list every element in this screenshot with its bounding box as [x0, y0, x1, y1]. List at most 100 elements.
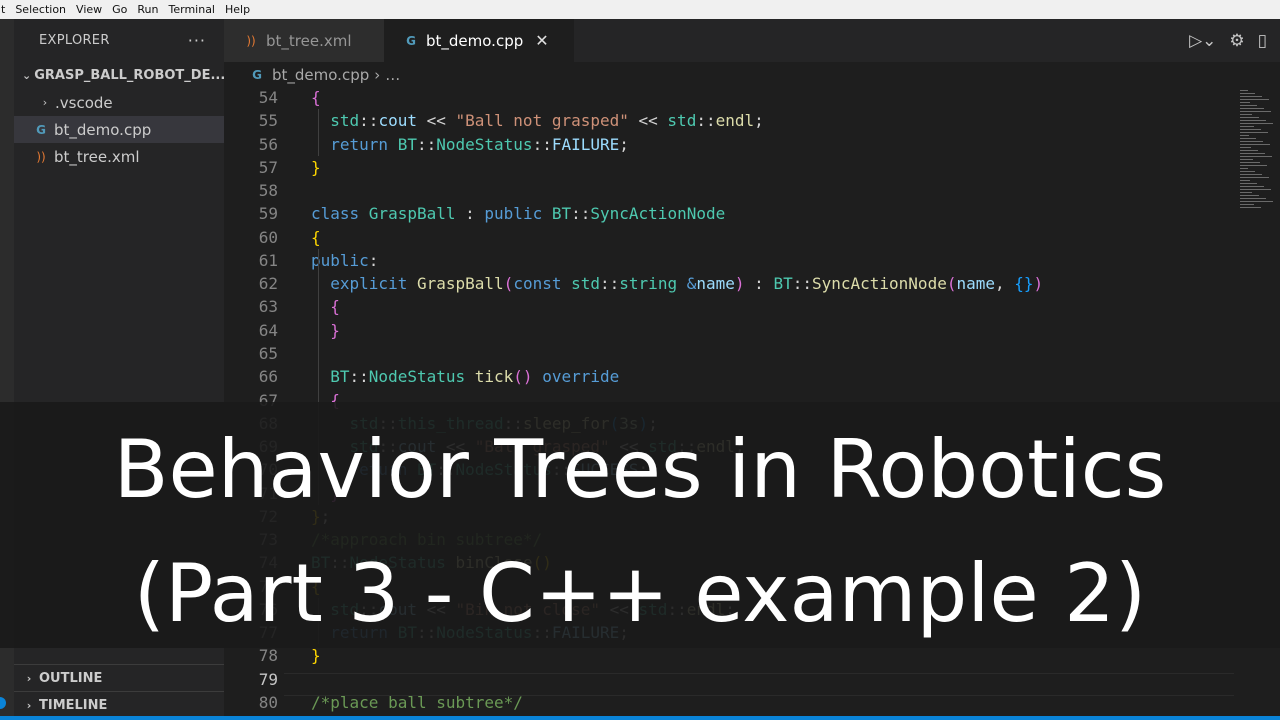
- breadcrumb-more[interactable]: …: [385, 66, 400, 84]
- code-token: public: [484, 204, 552, 224]
- line-number: 60: [258, 227, 278, 247]
- explorer-header: EXPLORER ···: [14, 19, 224, 62]
- code-token: cout: [378, 111, 417, 131]
- code-line: BT::NodeStatus tick() override: [311, 365, 619, 388]
- code-token: name: [696, 274, 735, 294]
- minimap-line: [1240, 189, 1271, 190]
- minimap-line: [1240, 198, 1266, 199]
- menu-item-help[interactable]: Help: [220, 3, 255, 16]
- menu-item-selection[interactable]: Selection: [10, 3, 71, 16]
- menu-item-go[interactable]: Go: [107, 3, 132, 16]
- minimap-line: [1240, 117, 1259, 118]
- code-token: /*place ball subtree*/: [311, 693, 523, 713]
- tree-item-bt-tree-xml[interactable]: )) bt_tree.xml: [14, 143, 224, 170]
- breadcrumb-separator: ›: [374, 66, 381, 84]
- code-token: "Ball not grasped": [455, 111, 629, 131]
- tree-item-label: .vscode: [55, 93, 113, 112]
- code-token: ::: [571, 204, 591, 224]
- minimap-line: [1240, 135, 1249, 136]
- menu-item-run[interactable]: Run: [132, 3, 163, 16]
- code-token: SyncActionNode: [811, 274, 947, 294]
- line-number: 56: [258, 134, 278, 154]
- code-token: ::: [792, 274, 812, 294]
- minimap-line: [1240, 90, 1248, 91]
- breadcrumb-file[interactable]: bt_demo.cpp: [272, 66, 369, 84]
- code-token: :: [744, 274, 774, 294]
- minimap-line: [1240, 114, 1252, 115]
- code-token: override: [532, 367, 620, 387]
- tree-item-vscode[interactable]: › .vscode: [14, 89, 224, 116]
- code-token: BT: [773, 274, 793, 294]
- title-overlay: Behavior Trees in Robotics (Part 3 - C++…: [0, 402, 1280, 648]
- code-token: {: [311, 297, 340, 317]
- workspace-folder[interactable]: ⌄ GRASP_BALL_ROBOT_DE...: [14, 62, 226, 89]
- code-line: }: [311, 156, 321, 179]
- code-token: &: [686, 274, 697, 294]
- more-actions-icon[interactable]: ···: [188, 31, 206, 50]
- menu-item-terminal[interactable]: Terminal: [164, 3, 221, 16]
- tab-label: bt_tree.xml: [266, 31, 352, 50]
- chevron-right-icon: ›: [42, 96, 48, 109]
- minimap-line: [1240, 156, 1272, 157]
- menu-bar: t Selection View Go Run Terminal Help: [0, 0, 1280, 19]
- chevron-right-icon: ›: [26, 698, 32, 712]
- run-debug-icon[interactable]: ▷⌄: [1189, 31, 1216, 51]
- chevron-right-icon: ›: [26, 671, 32, 685]
- account-badge-icon[interactable]: [0, 697, 6, 709]
- menu-item-view[interactable]: View: [71, 3, 107, 16]
- minimap-line: [1240, 96, 1262, 97]
- tab-bt-demo-cpp[interactable]: G bt_demo.cpp ✕: [384, 19, 574, 62]
- code-token: {: [311, 227, 321, 247]
- cpp-file-icon: G: [252, 68, 262, 82]
- code-token: (): [513, 367, 533, 387]
- timeline-section[interactable]: › TIMELINE: [14, 691, 224, 718]
- code-token: :: [368, 250, 379, 270]
- code-token: ,: [995, 274, 1015, 294]
- minimap-line: [1240, 201, 1273, 202]
- line-number: 59: [258, 204, 278, 224]
- code-token: string: [619, 274, 687, 294]
- code-token: std: [667, 111, 697, 131]
- minimap-line: [1240, 174, 1262, 175]
- line-number: 79: [258, 669, 278, 689]
- workspace-folder-label: GRASP_BALL_ROBOT_DE...: [34, 68, 226, 83]
- code-line: class GraspBall : public BT::SyncActionN…: [311, 202, 725, 225]
- code-token: }: [311, 157, 321, 177]
- editor-actions: ▷⌄ ⚙ ▯: [1189, 19, 1280, 62]
- outline-section[interactable]: › OUTLINE: [14, 664, 224, 691]
- code-token: }: [311, 320, 340, 340]
- code-token: ::: [349, 367, 369, 387]
- code-line: {: [311, 88, 321, 109]
- minimap-line: [1240, 126, 1254, 127]
- code-line: return BT::NodeStatus::FAILURE;: [311, 133, 629, 156]
- tab-label: bt_demo.cpp: [426, 31, 524, 50]
- line-number: 58: [258, 181, 278, 201]
- line-number: 66: [258, 367, 278, 387]
- menu-item-cut[interactable]: t: [0, 3, 10, 16]
- code-token: FAILURE: [551, 134, 620, 154]
- line-number: 54: [258, 88, 278, 107]
- gear-icon[interactable]: ⚙: [1229, 31, 1244, 51]
- minimap-line: [1240, 93, 1255, 94]
- code-token: class: [311, 204, 369, 224]
- overlay-title-line-2: (Part 3 - C++ example 2): [133, 547, 1147, 640]
- split-editor-icon[interactable]: ▯: [1258, 31, 1267, 51]
- code-token: <<: [628, 111, 668, 131]
- code-line: }: [311, 319, 340, 342]
- minimap-line: [1240, 186, 1264, 187]
- code-token: (: [503, 274, 514, 294]
- code-token: ): [1033, 274, 1044, 294]
- code-token: std: [571, 274, 601, 294]
- minimap-line: [1240, 120, 1266, 121]
- tab-bt-tree-xml[interactable]: )) bt_tree.xml: [224, 19, 384, 62]
- close-icon[interactable]: ✕: [535, 31, 548, 50]
- line-number: 57: [258, 157, 278, 177]
- status-bar-strip: [0, 716, 1280, 720]
- minimap-line: [1240, 105, 1257, 106]
- minimap-line: [1240, 162, 1260, 163]
- code-token: BT: [311, 367, 350, 387]
- minimap-line: [1240, 102, 1250, 103]
- tree-item-bt-demo-cpp[interactable]: G bt_demo.cpp: [14, 116, 224, 143]
- minimap-line: [1240, 129, 1261, 130]
- code-token: ::: [532, 134, 552, 154]
